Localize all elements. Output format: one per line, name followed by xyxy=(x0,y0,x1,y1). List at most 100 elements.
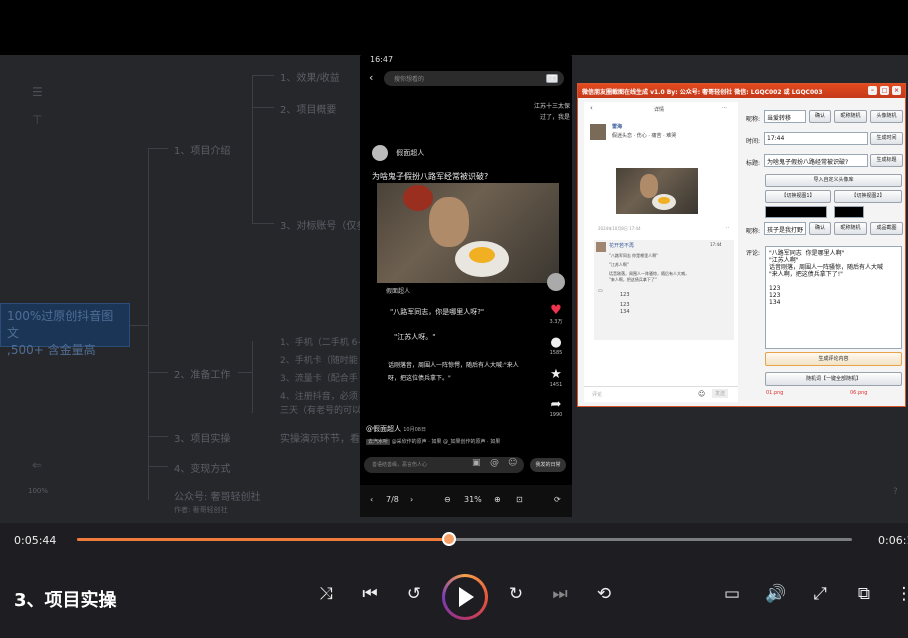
preview-back-icon[interactable]: ‹ xyxy=(590,104,593,112)
avatar-random-button[interactable]: 头像随机 xyxy=(870,110,903,123)
fit-icon[interactable]: ⊡ xyxy=(516,495,523,504)
pip-icon[interactable]: ⧉ xyxy=(852,584,876,604)
zoom-out-icon[interactable]: ⊖ xyxy=(444,495,451,504)
bottom-author-name: @假面超人 xyxy=(366,425,401,433)
comment-num-3: 134 xyxy=(620,309,630,315)
gen-title-button[interactable]: 生成标题 xyxy=(870,154,903,167)
make-image-button[interactable]: 成品截图 xyxy=(870,222,903,235)
commenter-avatar xyxy=(596,242,606,252)
leaf-prep-5[interactable]: 三天（有老号的可以 xyxy=(280,403,361,416)
switch-view-2-button[interactable]: 【切换视图2】 xyxy=(834,190,902,203)
daily-button[interactable]: 我发的日常 xyxy=(530,458,566,472)
caption-line-1: "八路军同志，你是哪里人呀?" xyxy=(390,308,485,316)
back-icon[interactable]: ‹ xyxy=(369,71,373,84)
nick-input[interactable]: 当爱转移 xyxy=(764,110,806,123)
one-key-random-button[interactable]: 随机词【一键全部随机】 xyxy=(765,372,902,386)
preview-more-icon[interactable]: ··· xyxy=(722,105,727,111)
rotate-icon[interactable]: ⟳ xyxy=(554,495,561,504)
comment-input[interactable]: 善语结善缘，恶言伤人心 xyxy=(364,457,524,473)
gen-time-button[interactable]: 生成时间 xyxy=(870,132,903,145)
at-icon[interactable]: @ xyxy=(490,458,499,468)
leaf-prep-3[interactable]: 3、流量卡（配合手 xyxy=(280,371,358,384)
nick-confirm-button[interactable]: 确认 xyxy=(809,110,831,123)
leaf-prep-4[interactable]: 4、注册抖音，必须 xyxy=(280,389,358,402)
close-icon[interactable]: × xyxy=(892,86,901,95)
shuffle-icon[interactable]: ⤨ xyxy=(314,584,338,604)
preview-image xyxy=(616,168,698,214)
zoom-level: 100% xyxy=(28,487,49,495)
emoji-icon[interactable]: ☺ xyxy=(508,458,517,468)
like-button[interactable]: ♥ 3.3万 xyxy=(546,303,566,325)
color-select-2[interactable] xyxy=(834,206,864,218)
phone-screen: 16:47 ‹ 搜你想看的 搜索 江苏十三太保 过了，我是 假面超人 为啥鬼子假… xyxy=(360,55,572,517)
post-image[interactable] xyxy=(377,183,559,283)
title-input[interactable]: 为啥鬼子假扮八路经常被识破? xyxy=(764,154,868,167)
loop-icon[interactable]: ⟲ xyxy=(592,584,616,604)
nick2-input[interactable]: 孩子是我打野 xyxy=(764,222,806,235)
volume-icon[interactable]: 🔊 xyxy=(764,584,788,604)
nick-random-button[interactable]: 昵称随机 xyxy=(834,110,867,123)
minimize-icon[interactable]: – xyxy=(868,86,877,95)
branch-practice[interactable]: 3、项目实操 xyxy=(174,430,230,445)
next-icon[interactable]: ⏭ xyxy=(548,584,572,604)
branch-prep[interactable]: 2、准备工作 xyxy=(174,366,230,381)
total-time: 0:06:1 xyxy=(878,534,908,547)
side-text-1: 江苏十三太保 xyxy=(533,103,570,110)
bottom-author[interactable]: @假面超人 10月08日 xyxy=(366,424,426,434)
root-line-2: ,500+ 含金量高 xyxy=(7,343,96,357)
branch-intro[interactable]: 1、项目介绍 xyxy=(174,142,230,157)
music-row[interactable]: 去汽水听 @采欣作的原声 · 如果 @_如果创作的原声 · 如果 xyxy=(366,438,500,445)
zoom-in-icon[interactable]: ⊕ xyxy=(494,495,501,504)
mindmap-root-node[interactable]: 100%过原创抖音图文 ,500+ 含金量高 xyxy=(0,303,130,357)
time-input[interactable]: 17:44 xyxy=(764,132,868,145)
more-icon[interactable]: ⋮ xyxy=(892,584,908,604)
progress-bar[interactable] xyxy=(77,532,852,546)
next-page-icon[interactable]: › xyxy=(410,495,413,504)
previous-icon[interactable]: ⏮ xyxy=(358,584,382,604)
author-name: 假面超人 xyxy=(396,149,425,157)
maximize-icon[interactable]: □ xyxy=(880,86,889,95)
preview-input-bar: 评论 ☺ 发送 xyxy=(584,386,738,402)
viewer-toolbar: ‹ 7/8 › ⊖ 31% ⊕ ⊡ ⟳ xyxy=(360,485,572,517)
preview-tags: 假迷头恋 · 伤心 · 痛苦 · 难哭 xyxy=(612,133,677,139)
comment-button[interactable]: ● 1585 xyxy=(546,335,566,356)
leaf-prep-1[interactable]: 1、手机（二手机 6+ xyxy=(280,335,365,348)
forward-30-icon[interactable]: ↻ xyxy=(504,584,528,604)
nick2-confirm-button[interactable]: 确认 xyxy=(809,222,831,235)
list-icon: ☰ xyxy=(32,85,43,99)
nick2-random-button[interactable]: 昵称随机 xyxy=(834,222,867,235)
gen-comment-button[interactable]: 生成评论内容 xyxy=(765,352,902,366)
favorite-button[interactable]: ★ 1451 xyxy=(546,367,566,388)
search-input[interactable]: 搜你想看的 搜索 xyxy=(384,71,564,86)
search-placeholder: 搜你想看的 xyxy=(394,76,425,83)
search-button[interactable]: 搜索 xyxy=(545,74,558,83)
help-icon[interactable]: ? xyxy=(893,487,898,497)
video-frame[interactable]: ☰ ⊤ ⇐ 100% 100%过原创抖音图文 ,500+ 含金量高 1、项目介绍… xyxy=(0,55,908,523)
comment-label: 评论: xyxy=(746,250,761,257)
preview-input: 评论 xyxy=(592,392,603,398)
fullscreen-icon[interactable]: ⤢ xyxy=(808,584,832,604)
switch-view-1-button[interactable]: 【切换视图1】 xyxy=(765,190,831,203)
leaf-practice[interactable]: 实操演示环节，看我 xyxy=(280,430,370,445)
leaf-intro-1[interactable]: 1、效果/收益 xyxy=(280,69,340,84)
preview-emoji-icon: ☺ xyxy=(698,390,706,398)
preview-like-icon: ·· xyxy=(726,225,730,231)
import-avatar-button[interactable]: 导入自定义头像库 xyxy=(765,174,902,187)
progress-knob[interactable] xyxy=(442,532,456,546)
share-button[interactable]: ➦ 1990 xyxy=(546,397,566,418)
rewind-icon[interactable]: ↺ xyxy=(402,584,426,604)
author-row[interactable]: 假面超人 xyxy=(372,145,424,161)
leaf-prep-2[interactable]: 2、手机卡（随时能 xyxy=(280,353,358,366)
generator-titlebar: 微信朋友圈截图在线生成 v1.0 By: 公众号: 奢哥轻创社 微信: LGQC… xyxy=(578,84,905,98)
color-select-1[interactable] xyxy=(765,206,827,218)
comment-textarea[interactable]: "八路军同志 你是哪里人啊" "江苏人啊" 话音刚落，周围人一阵骚惊，随后有人大… xyxy=(765,246,902,349)
favorite-count: 1451 xyxy=(549,382,563,388)
comment-line-1: "八路军同志 你是哪里人啊" xyxy=(609,253,658,258)
author-avatar-button[interactable] xyxy=(546,273,566,291)
branch-monetize[interactable]: 4、变现方式 xyxy=(174,460,230,475)
image-icon[interactable]: ▣ xyxy=(472,458,481,468)
prev-page-icon[interactable]: ‹ xyxy=(370,495,373,504)
subtitle-icon[interactable]: ▭ xyxy=(720,584,744,604)
leaf-intro-2[interactable]: 2、项目概要 xyxy=(280,101,336,116)
play-button[interactable] xyxy=(442,574,488,620)
